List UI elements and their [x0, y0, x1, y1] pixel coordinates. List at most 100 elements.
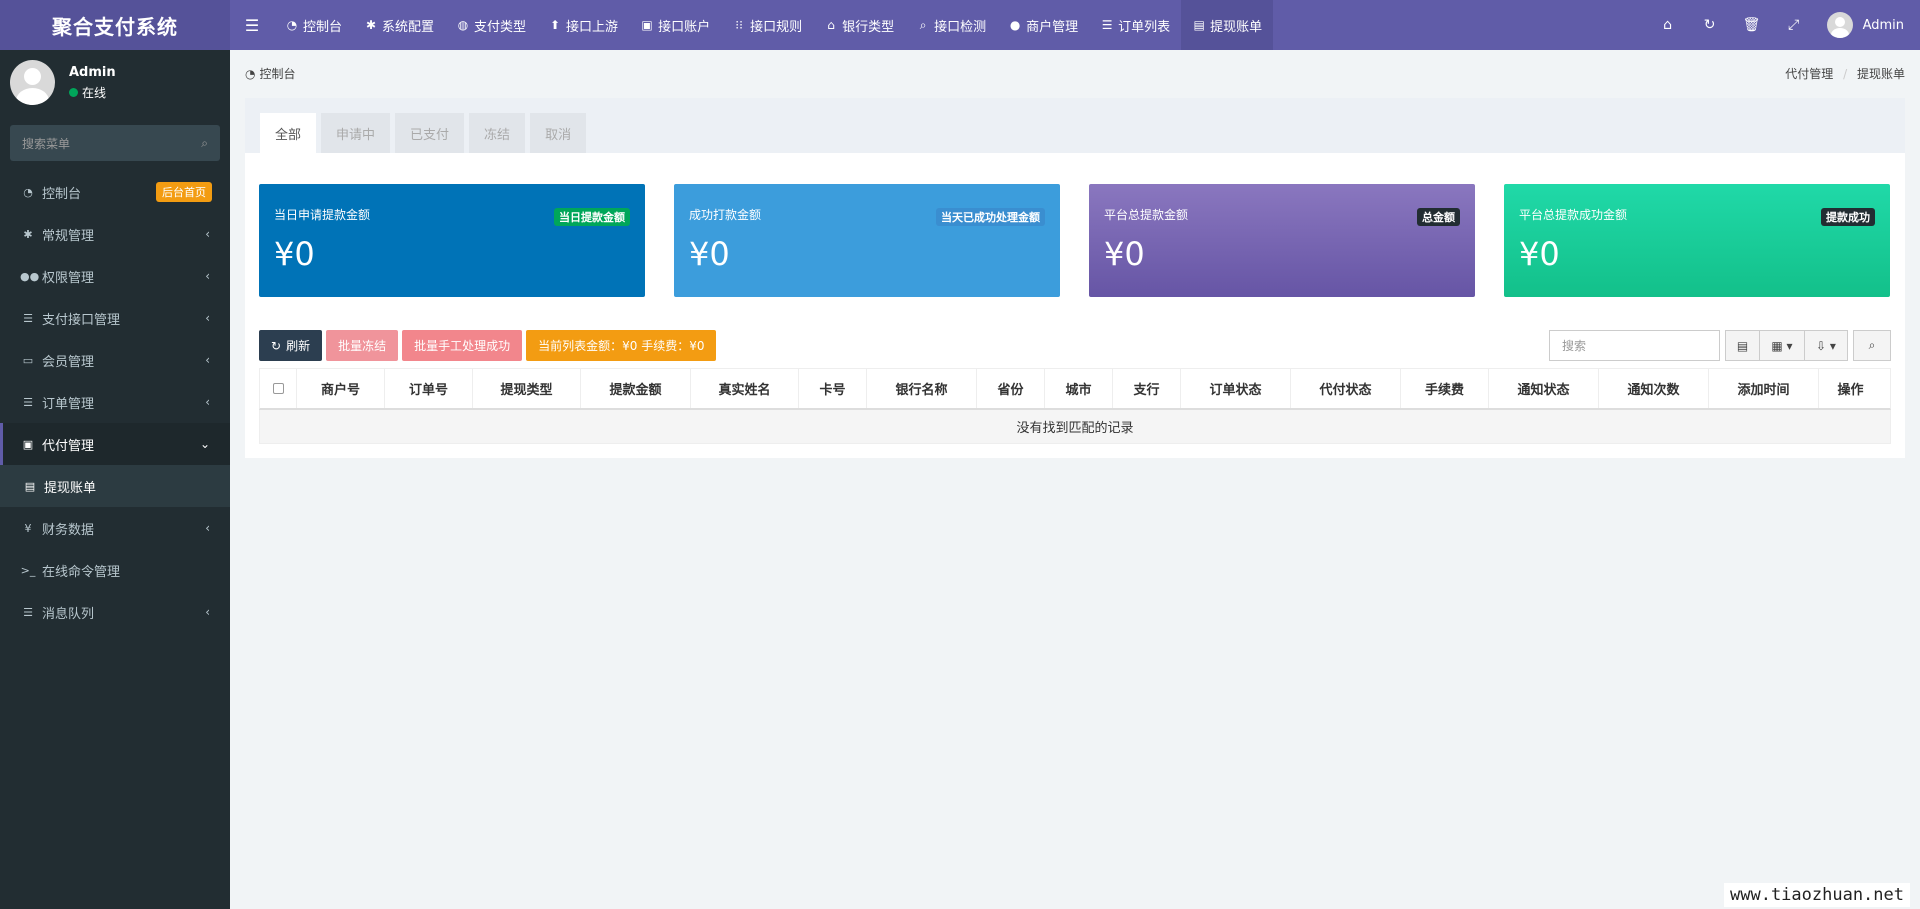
- sidebar-menu: ◔ 控制台 后台首页 ✱ 常规管理 ‹ ●● 权限管理 ‹ ☰ 支付接口管理 ‹ ▭ 会员管理 ‹ ☰ 订单管理…: [0, 171, 230, 633]
- topnav-item-1[interactable]: ✱ 系统配置: [353, 0, 445, 50]
- column-header[interactable]: 真实姓名: [691, 369, 799, 408]
- batch-manual-success-button[interactable]: 批量手工处理成功: [402, 330, 523, 361]
- card-icon: ▤: [24, 479, 36, 493]
- account-icon: ▣: [641, 18, 653, 32]
- sidebar-item-label: 消息队列: [42, 606, 95, 622]
- stat-card-2: 平台总提款金额 总金额 ¥0: [1089, 184, 1475, 297]
- dashboard-icon: ◔: [245, 66, 256, 81]
- column-header[interactable]: 支行: [1113, 369, 1181, 408]
- column-header[interactable]: 银行名称: [867, 369, 977, 408]
- topnav-item-6[interactable]: ⌂ 银行类型: [813, 0, 905, 50]
- tab-4[interactable]: 取消: [530, 113, 587, 153]
- topnav-label: 银行类型: [842, 19, 895, 35]
- topnav-item-2[interactable]: ◍ 支付类型: [445, 0, 537, 50]
- column-header[interactable]: 城市: [1045, 369, 1113, 408]
- toggle-view-icon[interactable]: ▤: [1725, 330, 1759, 361]
- topnav-label: 接口账户: [658, 19, 711, 35]
- column-header[interactable]: 省份: [977, 369, 1045, 408]
- globe-icon: ◍: [457, 18, 469, 32]
- export-icon[interactable]: ⇩ ▾: [1804, 330, 1848, 361]
- column-header[interactable]: 订单号: [385, 369, 473, 408]
- topnav-item-3[interactable]: ⬆ 接口上游: [537, 0, 629, 50]
- column-header[interactable]: 通知状态: [1489, 369, 1599, 408]
- trash-icon[interactable]: 🗑: [1731, 0, 1773, 50]
- main-content: ◔ 控制台 代付管理 / 提现账单 全部 申请中 已支付 冻结 取消 当日申请提款金额当…: [230, 50, 1920, 909]
- fullscreen-icon[interactable]: ⤢: [1773, 0, 1815, 50]
- column-header[interactable]: 手续费: [1401, 369, 1489, 408]
- rules-icon: ⁝⁝: [735, 18, 743, 32]
- refresh-icon[interactable]: ↻: [1689, 0, 1731, 50]
- breadcrumb-left[interactable]: 控制台: [259, 65, 295, 82]
- home-icon[interactable]: ⌂: [1647, 0, 1689, 50]
- sidebar-item-5[interactable]: ☰ 订单管理 ‹: [0, 381, 230, 423]
- stat-card-1: 成功打款金额 当天已成功处理金额 ¥0: [674, 184, 1060, 297]
- column-header[interactable]: 代付状态: [1291, 369, 1401, 408]
- sidebar-item-1[interactable]: ✱ 常规管理 ‹: [0, 213, 230, 255]
- sidebar-item-8[interactable]: ¥ 财务数据 ‹: [0, 507, 230, 549]
- table-search-input[interactable]: 搜索: [1549, 330, 1720, 361]
- top-nav: ◔ 控制台 ✱ 系统配置 ◍ 支付类型 ⬆ 接口上游 ▣ 接口账户 ⁝⁝ 接口规则 ⌂ 银行类型 ⌕ 接口检测…: [274, 0, 1274, 50]
- topnav-item-5[interactable]: ⁝⁝ 接口规则: [721, 0, 813, 50]
- card-value: ¥0: [1519, 235, 1560, 273]
- breadcrumb: ◔ 控制台 代付管理 / 提现账单: [245, 65, 1905, 82]
- tab-3[interactable]: 冻结: [469, 113, 526, 153]
- sidebar-item-6[interactable]: ▣ 代付管理 ⌄: [0, 423, 230, 465]
- column-header[interactable]: 订单状态: [1181, 369, 1291, 408]
- app-logo[interactable]: 聚合支付系统: [0, 0, 230, 50]
- header-username: Admin: [1862, 17, 1904, 33]
- column-header[interactable]: 添加时间: [1709, 369, 1819, 408]
- home-badge: 后台首页: [156, 182, 212, 202]
- sidebar-item-label: 代付管理: [42, 438, 95, 454]
- online-status: 在线: [69, 84, 116, 101]
- card-badge: 总金额: [1417, 208, 1460, 226]
- refresh-icon: ↻: [271, 338, 282, 353]
- user-icon: ●: [1009, 18, 1021, 32]
- column-header[interactable]: 提款金额: [581, 369, 691, 408]
- sidebar-item-2[interactable]: ●● 权限管理 ‹: [0, 255, 230, 297]
- sidebar-item-3[interactable]: ☰ 支付接口管理 ‹: [0, 297, 230, 339]
- refresh-button[interactable]: ↻ 刷新: [259, 330, 323, 361]
- search-icon[interactable]: ⌕: [201, 136, 208, 151]
- column-header[interactable]: 卡号: [799, 369, 867, 408]
- tab-2[interactable]: 已支付: [395, 113, 465, 153]
- card-value: ¥0: [689, 235, 730, 273]
- select-all-checkbox[interactable]: [260, 369, 297, 408]
- amount-summary-button[interactable]: 当前列表金额：¥0 手续费：¥0: [526, 330, 717, 361]
- columns-icon[interactable]: ▦ ▾: [1759, 330, 1804, 361]
- tab-1[interactable]: 申请中: [321, 113, 391, 153]
- user-menu[interactable]: Admin: [1815, 12, 1920, 38]
- yen-icon: ¥: [24, 521, 32, 535]
- sidebar-item-9[interactable]: >_ 在线命令管理: [0, 549, 230, 591]
- topnav-label: 订单列表: [1118, 19, 1171, 35]
- topnav-item-7[interactable]: ⌕ 接口检测: [905, 0, 997, 50]
- card-icon: ▤: [1193, 18, 1205, 32]
- stat-card-3: 平台总提款成功金额 提款成功 ¥0: [1504, 184, 1890, 297]
- sidebar-search-input[interactable]: 搜索菜单 ⌕: [10, 125, 220, 161]
- topnav-item-8[interactable]: ● 商户管理: [997, 0, 1089, 50]
- breadcrumb-parent[interactable]: 代付管理: [1785, 67, 1833, 81]
- topnav-item-9[interactable]: ☰ 订单列表: [1089, 0, 1181, 50]
- list-icon: ☰: [23, 605, 33, 619]
- topnav-item-10[interactable]: ▤ 提现账单: [1181, 0, 1274, 50]
- column-header[interactable]: 通知次数: [1599, 369, 1709, 408]
- users-icon: ●●: [20, 269, 40, 283]
- avatar: [1826, 12, 1853, 38]
- batch-freeze-button[interactable]: 批量冻结: [326, 330, 399, 361]
- sidebar-item-4[interactable]: ▭ 会员管理 ‹: [0, 339, 230, 381]
- sidebar-toggle-icon[interactable]: ☰: [230, 0, 274, 50]
- tab-0[interactable]: 全部: [260, 113, 317, 153]
- card-value: ¥0: [1104, 235, 1145, 273]
- money-icon: ▣: [22, 437, 34, 451]
- chevron-left-icon: ‹: [205, 353, 210, 367]
- search-icon[interactable]: ⌕: [1853, 330, 1891, 361]
- topnav-label: 提现账单: [1210, 19, 1263, 35]
- sidebar-item-10[interactable]: ☰ 消息队列 ‹: [0, 591, 230, 633]
- sidebar-item-0[interactable]: ◔ 控制台 后台首页: [0, 171, 230, 213]
- column-header[interactable]: 操作: [1819, 369, 1882, 408]
- gear-icon: ✱: [365, 18, 377, 32]
- topnav-item-4[interactable]: ▣ 接口账户: [629, 0, 721, 50]
- sidebar-item-7[interactable]: ▤ 提现账单: [0, 465, 230, 507]
- column-header[interactable]: 商户号: [297, 369, 385, 408]
- column-header[interactable]: 提现类型: [473, 369, 581, 408]
- topnav-item-0[interactable]: ◔ 控制台: [274, 0, 353, 50]
